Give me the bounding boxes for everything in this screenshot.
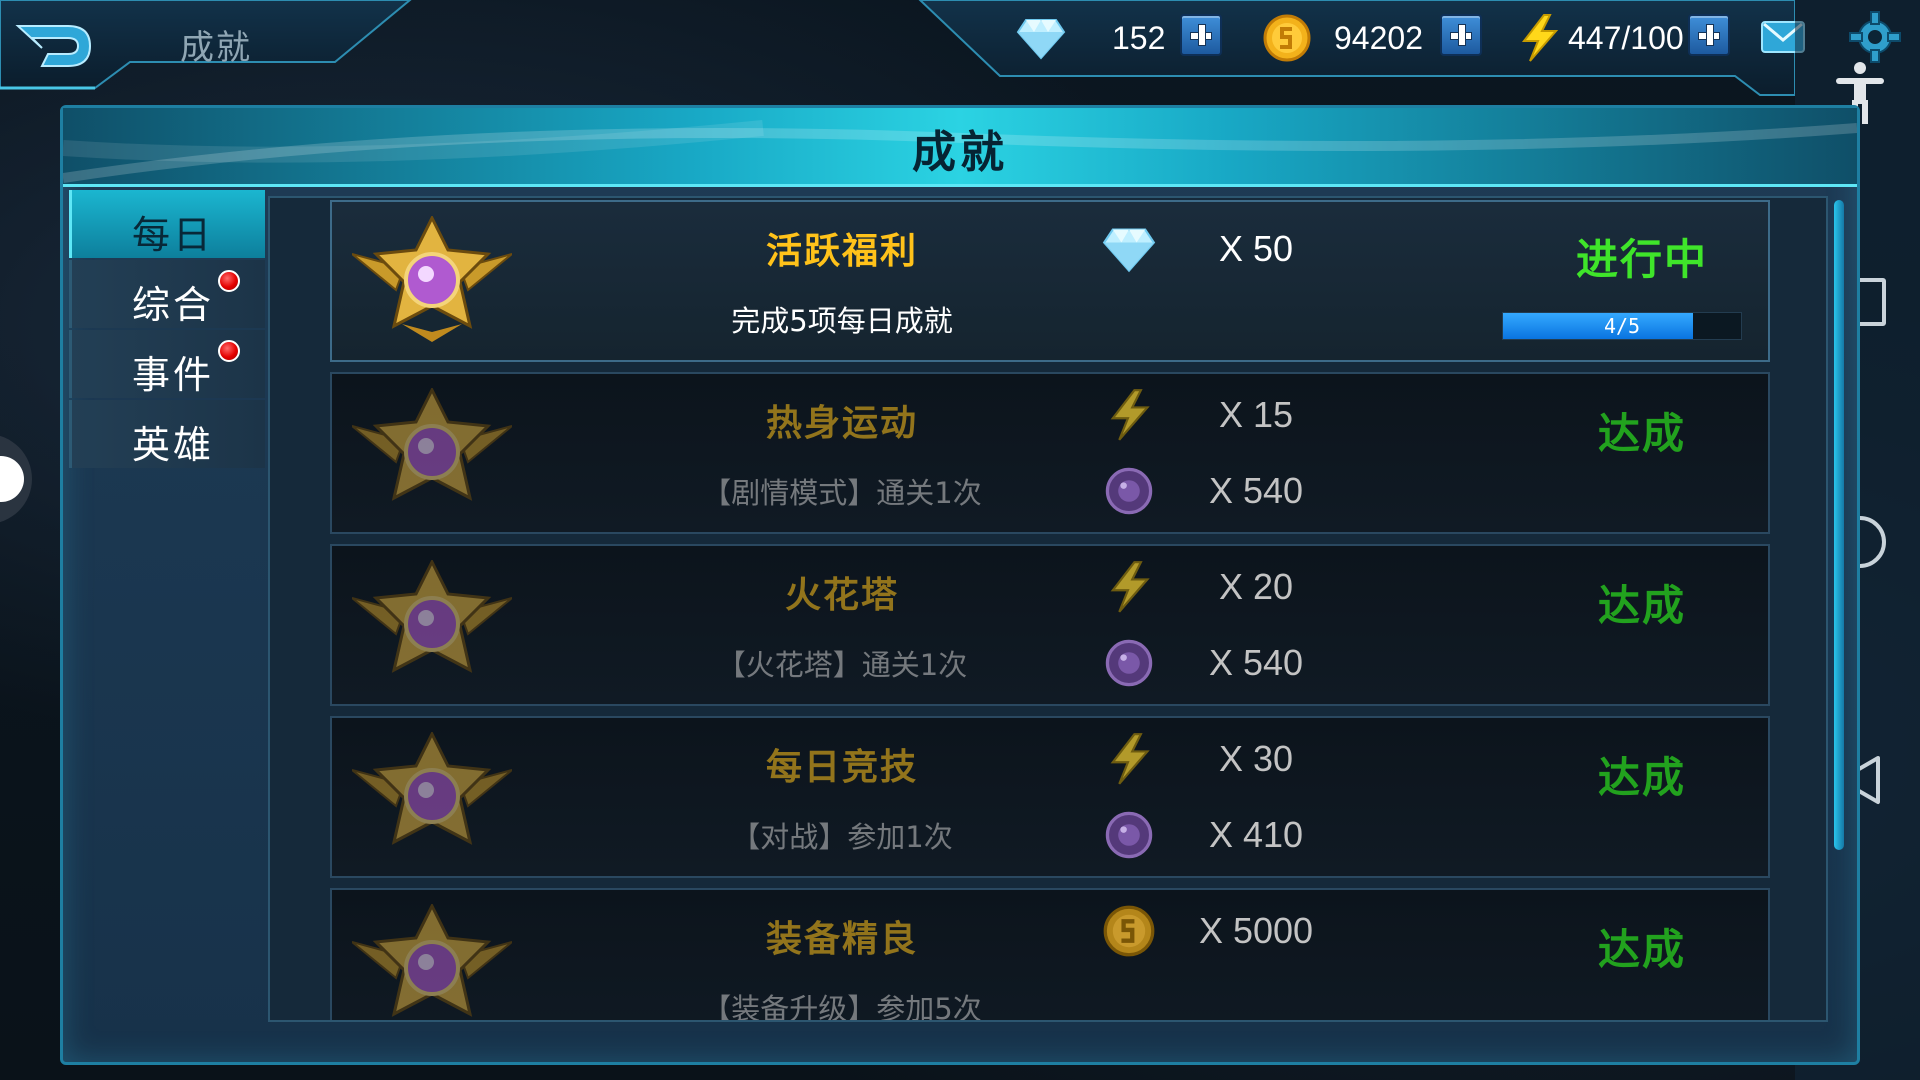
tab-label: 事件: [132, 353, 215, 397]
achievement-title: 热身运动: [765, 403, 918, 444]
gold-coin-icon: [1103, 905, 1155, 957]
notification-badge: [218, 340, 240, 362]
panel-header: 成就: [63, 108, 1857, 187]
reward-amount: X 50: [1218, 228, 1294, 269]
add-diamond-button[interactable]: [1180, 14, 1222, 56]
progress-text: 4/5: [1603, 314, 1641, 338]
purple-token-icon: [1105, 639, 1153, 687]
tab-general[interactable]: 综合: [69, 260, 265, 328]
medal-icon: [352, 216, 512, 342]
reward-amount: X 20: [1218, 566, 1294, 607]
category-tabs: 每日 综合 事件 英雄: [69, 190, 265, 470]
gold-counter: 94202: [1262, 12, 1423, 64]
panel-title: 成就: [912, 127, 1008, 178]
floating-assistant-ball[interactable]: [0, 434, 32, 524]
medal-icon: [352, 388, 512, 501]
medal-icon: [352, 732, 512, 845]
achievement-row[interactable]: 装备精良 【装备升级】参加5次 X 5000 达成: [330, 888, 1770, 1022]
gold-coin-icon: [1263, 14, 1311, 62]
achievements-panel: 成就 每日 综合 事件 英雄 活跃福利 完成5项每日成就 X 50 进行中 4/…: [60, 105, 1860, 1065]
diamond-icon: [1102, 228, 1156, 273]
reward-item: X 5000: [1092, 904, 1332, 958]
purple-token-icon: [1105, 811, 1153, 859]
back-arrow-icon[interactable]: [12, 18, 96, 74]
add-energy-button[interactable]: [1688, 14, 1730, 56]
achievement-description: 【对战】参加1次: [731, 820, 953, 854]
reward-item: X 50: [1092, 222, 1332, 276]
medal-icon: [352, 904, 512, 1017]
tab-events[interactable]: 事件: [69, 330, 265, 398]
reward-amount: X 15: [1218, 394, 1294, 435]
diamond-amount: 152: [1112, 19, 1166, 56]
purple-token-icon: [1105, 467, 1153, 515]
energy-lightning-icon: [1110, 733, 1150, 785]
reward-item: X 20: [1092, 560, 1332, 614]
tab-label: 综合: [132, 283, 215, 327]
scrollbar-thumb[interactable]: [1834, 200, 1844, 850]
reward-item: X 540: [1092, 464, 1332, 518]
achievement-title: 火花塔: [784, 575, 899, 616]
reward-amount: X 5000: [1198, 910, 1314, 951]
tab-daily[interactable]: 每日: [69, 190, 265, 258]
energy-lightning-icon: [1110, 389, 1150, 441]
reward-item: X 15: [1092, 388, 1332, 442]
achievement-row[interactable]: 每日竞技 【对战】参加1次 X 30 X 410 达成: [330, 716, 1770, 878]
reward-item: X 30: [1092, 732, 1332, 786]
achievement-title: 每日竞技: [765, 747, 918, 788]
reward-item: X 540: [1092, 636, 1332, 690]
reward-amount: X 540: [1208, 470, 1304, 511]
screen-title: 成就: [180, 28, 252, 68]
tab-label: 每日: [132, 213, 215, 257]
achievement-list[interactable]: 活跃福利 完成5项每日成就 X 50 进行中 4/5 热身运动 【剧情模式】通关…: [268, 196, 1828, 1022]
status-label: 进行中: [1575, 235, 1708, 284]
diamond-icon: [1016, 19, 1066, 60]
energy-counter: 447/100: [1518, 12, 1684, 64]
notification-badge: [218, 270, 240, 292]
add-gold-button[interactable]: [1440, 14, 1482, 56]
progress-bar: 4/5: [1502, 312, 1742, 340]
achievement-title: 活跃福利: [765, 231, 918, 272]
status-label: 达成: [1597, 581, 1686, 630]
reward-amount: X 30: [1218, 738, 1294, 779]
energy-amount: 447/100: [1568, 19, 1684, 56]
reward-amount: X 540: [1208, 642, 1304, 683]
gear-icon[interactable]: [1848, 10, 1902, 64]
status-label: 达成: [1597, 409, 1686, 458]
tab-label: 英雄: [132, 423, 215, 467]
achievement-title: 装备精良: [765, 919, 918, 960]
gold-amount: 94202: [1334, 19, 1423, 56]
reward-item: X 410: [1092, 808, 1332, 862]
achievement-row[interactable]: 活跃福利 完成5项每日成就 X 50 进行中 4/5: [330, 200, 1770, 362]
achievement-description: 【装备升级】参加5次: [702, 992, 982, 1022]
status-label: 达成: [1597, 925, 1686, 974]
status-label: 达成: [1597, 753, 1686, 802]
achievement-description: 【剧情模式】通关1次: [702, 476, 982, 510]
energy-lightning-icon: [1521, 14, 1559, 62]
achievement-description: 【火花塔】通关1次: [716, 648, 968, 682]
energy-lightning-icon: [1110, 561, 1150, 613]
achievement-description: 完成5项每日成就: [731, 304, 953, 338]
reward-amount: X 410: [1208, 814, 1304, 855]
tab-heroes[interactable]: 英雄: [69, 400, 265, 468]
diamond-counter: 152: [1016, 12, 1165, 64]
top-bar: 成就 152 94202 447/100: [0, 0, 1805, 100]
achievement-row[interactable]: 热身运动 【剧情模式】通关1次 X 15 X 540 达成: [330, 372, 1770, 534]
achievement-row[interactable]: 火花塔 【火花塔】通关1次 X 20 X 540 达成: [330, 544, 1770, 706]
medal-icon: [352, 560, 512, 673]
